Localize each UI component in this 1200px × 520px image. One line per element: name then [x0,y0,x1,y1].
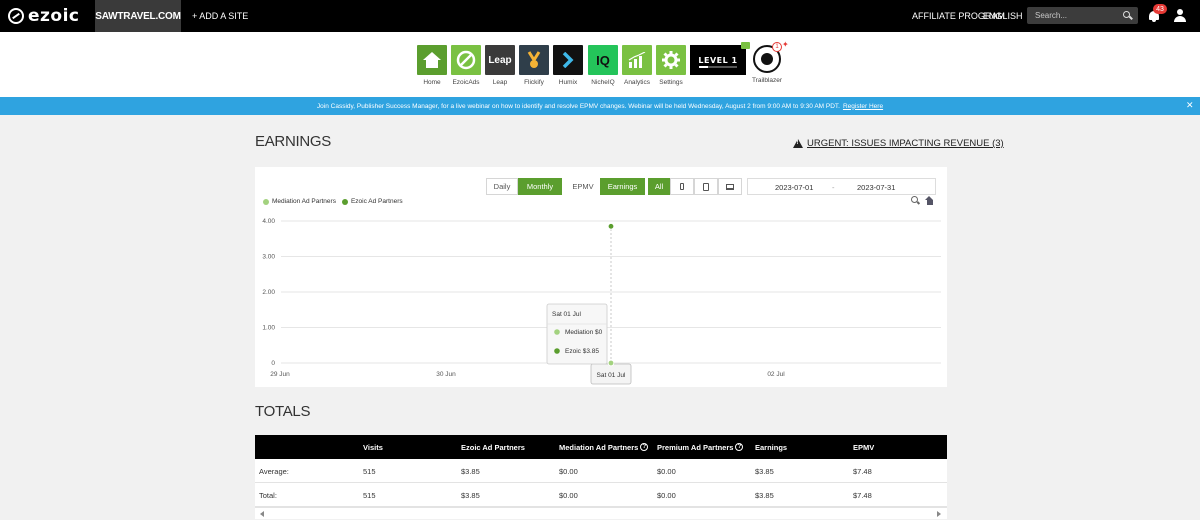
table-cell: $7.48 [853,466,872,476]
column-header-premium: Premium Ad Partners? [657,435,744,459]
data-point-ezoic-ad-partners [607,223,615,230]
column-header: Ezoic Ad Partners [461,442,525,452]
column-header: Earnings [755,442,788,452]
leap-icon: Leap [485,45,515,75]
mail-icon [741,42,750,49]
table-cell: $0.00 [657,490,676,500]
table-cell: $3.85 [755,490,774,500]
table-row: Total: 515 $3.85 $0.00 $0.00 $3.85 $7.48 [255,483,947,507]
column-label: Premium Ad Partners [657,442,734,452]
table-cell: $3.85 [461,490,480,500]
add-site-link[interactable]: + ADD A SITE [192,0,248,32]
table-row: Average: 515 $3.85 $0.00 $0.00 $3.85 $7.… [255,459,947,483]
table-cell: $3.85 [755,466,774,476]
tooltip-row: Mediation $0 [565,329,603,336]
close-icon[interactable]: ✕ [1186,100,1194,111]
language-selector[interactable]: ENGLISH [983,0,1033,32]
table-cell: $0.00 [559,490,578,500]
urgent-text: URGENT: ISSUES IMPACTING REVENUE (3) [807,138,1004,149]
row-label: Total: [259,490,277,500]
info-icon[interactable]: ? [735,443,744,451]
column-header: Visits [363,442,383,452]
x-tick-label: 29 Jun [270,371,290,378]
earnings-title: EARNINGS [255,133,331,150]
column-header: EPMV [853,442,875,452]
column-header-mediation: Mediation Ad Partners? [559,435,649,459]
flickify-icon [519,45,549,75]
table-cell: $0.00 [559,466,578,476]
notification-badge: 43 [1153,4,1167,14]
register-link[interactable]: Register Here [843,103,883,110]
announcement-banner: Join Cassidy, Publisher Success Manager,… [0,97,1200,115]
nicheiq-icon: IQ [588,45,618,75]
app-settings[interactable]: Settings [656,45,686,86]
search-icon[interactable] [1123,11,1130,18]
no-sign-icon [451,45,481,75]
table-cell: $3.85 [461,466,480,476]
tooltip-marker [554,329,560,335]
site-selector[interactable]: SAWTRAVEL.COM [95,0,181,32]
ezoic-logo[interactable]: ezoic [8,6,80,26]
ezoic-logo-icon [8,8,24,24]
urgent-issues-link[interactable]: URGENT: ISSUES IMPACTING REVENUE (3) [793,138,1004,149]
banner-text: Join Cassidy, Publisher Success Manager,… [316,102,840,110]
table-header: Visits Ezoic Ad Partners Mediation Ad Pa… [255,435,947,459]
warning-icon [793,139,803,148]
x-tick-label: 02 Jul [767,371,785,378]
crosshair-label: Sat 01 Jul [597,372,626,379]
app-bar: Home EzoicAds Leap Leap Flickify Humix I… [0,32,1200,97]
table-cell: 515 [363,490,376,500]
table-cell: 515 [363,466,376,476]
table-cell: $0.00 [657,466,676,476]
y-tick-label: 2.00 [262,289,275,296]
earnings-chart: 0 1.00 2.00 3.00 4.00 29 Jun 30 Jun 02 Jul Sat 0… [262,218,941,385]
app-label: Settings [659,79,683,86]
top-nav: ezoic SAWTRAVEL.COM + ADD A SITE AFFILIA… [0,0,1200,32]
app-humix[interactable]: Humix [553,45,583,86]
row-label: Average: [259,466,289,476]
earnings-chart-card: Daily Monthly EPMV Earnings All 2023-07-… [255,167,947,387]
totals-table: Visits Ezoic Ad Partners Mediation Ad Pa… [255,435,947,519]
home-icon [417,45,447,75]
app-label: Trailblazer [751,77,783,84]
trailblazer-badge: 1 [772,42,782,52]
info-icon[interactable]: ? [640,443,649,451]
logo-text: ezoic [28,6,80,26]
scroll-left-icon[interactable] [260,511,264,517]
data-point-mediation-ad-partners [607,359,615,367]
y-tick-label: 1.00 [262,325,275,332]
level-progress-bar [699,66,737,68]
gear-icon [656,45,686,75]
language-label: ENGLISH [983,11,1023,21]
y-tick-label: 4.00 [262,218,275,225]
column-label: Mediation Ad Partners [559,442,639,452]
tooltip-marker [554,348,560,354]
y-tick-label: 0 [271,360,275,367]
user-icon[interactable] [1174,9,1186,22]
search-input[interactable] [1027,7,1138,24]
humix-chevron-icon [553,45,583,75]
tooltip-row: Ezoic $3.85 [565,348,599,355]
sparkle-icon: ✦ [782,40,789,49]
analytics-chart-icon [622,45,652,75]
totals-title: TOTALS [255,403,311,420]
level-badge[interactable]: LEVEL 1 [690,45,746,75]
level-text: LEVEL 1 [698,55,738,65]
horizontal-scrollbar[interactable] [255,507,947,519]
x-tick-label: 30 Jun [436,371,456,378]
y-tick-label: 3.00 [262,254,275,261]
table-cell: $7.48 [853,490,872,500]
scroll-right-icon[interactable] [937,511,941,517]
tooltip-title: Sat 01 Jul [552,311,581,318]
